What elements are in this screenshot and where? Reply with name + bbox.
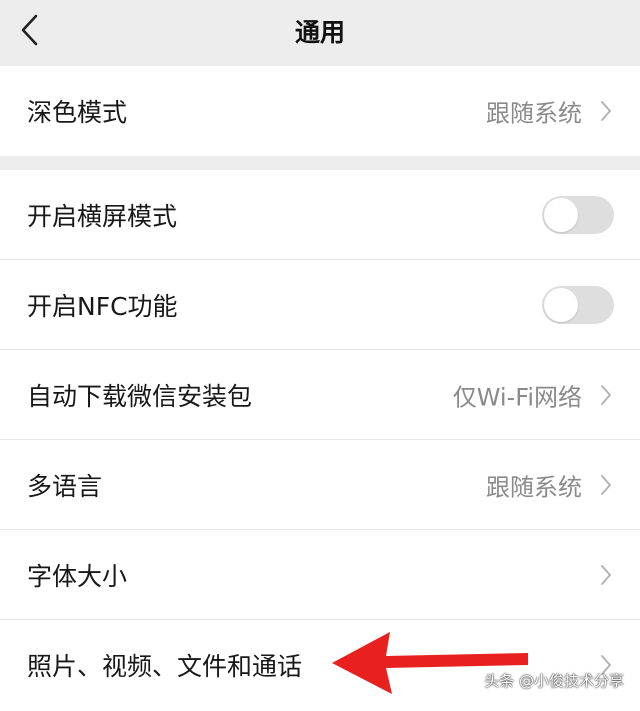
- setting-value: 跟随系统: [486, 473, 582, 501]
- setting-label: 多语言: [27, 471, 103, 501]
- setting-row-media[interactable]: 照片、视频、文件和通话: [0, 620, 640, 710]
- setting-label: 深色模式: [27, 98, 128, 127]
- settings-group-general: 开启横屏模式 开启NFC功能 自动下载微信安装包 仅Wi-Fi网络 多语言 跟随…: [0, 170, 640, 711]
- chevron-right-icon: [601, 384, 611, 405]
- setting-label: 字体大小: [27, 561, 128, 591]
- toggle-knob: [544, 197, 578, 232]
- setting-value: 仅Wi-Fi网络: [452, 383, 582, 411]
- setting-label: 开启NFC功能: [27, 291, 178, 321]
- toggle-knob: [544, 287, 578, 322]
- setting-row-dark-mode[interactable]: 深色模式 跟随系统: [0, 66, 640, 156]
- settings-group-display: 深色模式 跟随系统: [0, 66, 640, 156]
- setting-label: 自动下载微信安装包: [27, 381, 253, 411]
- setting-row-font-size[interactable]: 字体大小: [0, 530, 640, 620]
- chevron-right-icon: [601, 101, 611, 121]
- setting-row-auto-download[interactable]: 自动下载微信安装包 仅Wi-Fi网络: [0, 350, 640, 440]
- setting-row-language[interactable]: 多语言 跟随系统: [0, 440, 640, 530]
- setting-label: 开启横屏模式: [27, 201, 178, 231]
- chevron-right-icon: [601, 564, 611, 585]
- setting-row-landscape: 开启横屏模式: [0, 170, 640, 260]
- page-title: 通用: [294, 18, 345, 47]
- chevron-right-icon: [601, 474, 611, 495]
- watermark: 头条 @小俊技术分享: [484, 672, 624, 690]
- nfc-toggle[interactable]: [542, 285, 614, 324]
- setting-row-nfc: 开启NFC功能: [0, 260, 640, 350]
- setting-value: 跟随系统: [486, 99, 582, 128]
- landscape-toggle[interactable]: [542, 195, 614, 234]
- navigation-bar: 通用: [0, 0, 640, 66]
- setting-label: 照片、视频、文件和通话: [27, 652, 303, 681]
